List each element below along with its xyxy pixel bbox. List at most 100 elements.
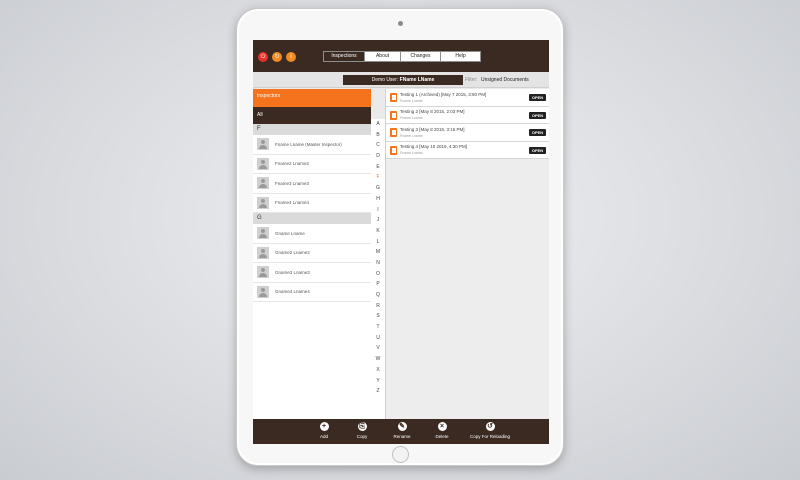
- avatar: [257, 227, 269, 240]
- open-button[interactable]: OPEN: [529, 111, 546, 119]
- demo-user-label: Demo User:: [371, 77, 399, 83]
- list-item[interactable]: Gname3 Lname3: [253, 263, 371, 283]
- trash-icon: ×: [437, 422, 447, 431]
- app-screen: ⏻ ↻ i Inspections About Changes Help Dem…: [253, 40, 549, 444]
- index-letter-s[interactable]: S: [371, 311, 385, 322]
- avatar: [257, 157, 269, 170]
- section-header-f: F: [253, 124, 371, 135]
- document-icon: [390, 128, 397, 137]
- document-owner: Fname Lname: [400, 98, 423, 103]
- filter-select[interactable]: Unsigned Documents: [481, 77, 529, 83]
- index-letter-k[interactable]: K: [371, 226, 385, 237]
- tab-help[interactable]: Help: [440, 52, 480, 61]
- table-row[interactable]: Testing 4 [May 10 2015, 4:30 PM] Fname L…: [386, 141, 549, 159]
- open-button[interactable]: OPEN: [529, 146, 546, 154]
- index-letter-u[interactable]: U: [371, 333, 385, 344]
- inspector-name: Gname4 Lname4: [275, 289, 310, 295]
- camera: [398, 21, 403, 26]
- index-letter-w[interactable]: W: [371, 354, 385, 365]
- inspector-name: Fname3 Lname3: [275, 180, 310, 186]
- index-letter-n[interactable]: N: [371, 258, 385, 269]
- inspector-name: Fname4 Lname4: [275, 200, 310, 206]
- index-letter-v[interactable]: V: [371, 343, 385, 354]
- list-item[interactable]: Fname4 Lname4: [253, 194, 371, 213]
- inspector-name: Gname Lname: [275, 230, 305, 236]
- index-letter-e[interactable]: E: [371, 162, 385, 173]
- inspectors-title: Inspectors: [253, 89, 371, 107]
- alphabet-index: ABCDEFGHIJKLMNOPQRSTUVWXYZ: [371, 119, 385, 419]
- document-owner: Fname Lname: [400, 116, 423, 120]
- index-letter-d[interactable]: D: [371, 151, 385, 162]
- document-icon: [390, 145, 397, 155]
- delete-label: Delete: [435, 434, 449, 439]
- document-title: Testing 2 [May 8 2015, 2:03 PM]: [400, 109, 465, 114]
- avatar: [257, 196, 269, 209]
- avatar: [257, 285, 269, 298]
- sync-icon[interactable]: ↻: [272, 52, 282, 62]
- list-item[interactable]: Gname4 Lname4: [253, 283, 371, 302]
- index-letter-l[interactable]: L: [371, 237, 385, 248]
- app-header: ⏻ ↻ i Inspections About Changes Help: [253, 40, 549, 72]
- avatar: [257, 138, 269, 151]
- home-button[interactable]: [392, 446, 409, 463]
- avatar: [257, 266, 269, 279]
- index-letter-p[interactable]: P: [371, 279, 385, 290]
- document-icon: [390, 93, 397, 102]
- index-letter-a[interactable]: A: [371, 119, 385, 130]
- index-letter-m[interactable]: M: [371, 247, 385, 258]
- delete-button[interactable]: × Delete: [417, 422, 467, 439]
- index-letter-i[interactable]: I: [371, 205, 385, 216]
- power-icon[interactable]: ⏻: [258, 52, 268, 62]
- pencil-icon: ✎: [397, 422, 407, 431]
- table-row[interactable]: Testing 3 [May 8 2015, 3:15 PM] Fname Ln…: [386, 124, 549, 142]
- table-row[interactable]: Testing 2 [May 8 2015, 2:03 PM] Fname Ln…: [386, 106, 549, 124]
- list-item[interactable]: Fname3 Lname3: [253, 174, 371, 194]
- all-inspectors-item[interactable]: All: [253, 107, 371, 124]
- list-item[interactable]: Fname2 Lname2: [253, 155, 371, 174]
- index-letter-y[interactable]: Y: [371, 376, 385, 387]
- tab-about[interactable]: About: [364, 52, 400, 61]
- list-item[interactable]: Gname Lname: [253, 224, 371, 244]
- open-button[interactable]: OPEN: [529, 94, 546, 101]
- avatar: [257, 246, 269, 259]
- list-item[interactable]: Gname2 Lname2: [253, 244, 371, 263]
- tablet-frame: ⏻ ↻ i Inspections About Changes Help Dem…: [236, 8, 564, 466]
- bottom-toolbar: + Add ⎘ Copy ✎ Rename × Delete ↺ Copy Fo…: [253, 419, 549, 444]
- index-letter-x[interactable]: X: [371, 365, 385, 376]
- inspector-list: Inspectors All F Fname Lname (Master Ins…: [253, 89, 371, 419]
- index-letter-z[interactable]: Z: [371, 386, 385, 397]
- inspector-name: Gname2 Lname2: [275, 250, 310, 256]
- copy-for-reloading-button[interactable]: ↺ Copy For Reloading: [465, 422, 515, 439]
- avatar: [257, 177, 269, 190]
- info-icon[interactable]: i: [286, 52, 296, 62]
- index-letter-f[interactable]: F: [371, 172, 385, 183]
- document-owner: Fname Lname: [400, 133, 423, 138]
- document-title: Testing 4 [May 10 2015, 4:30 PM]: [400, 144, 468, 149]
- document-list: Testing 1 (Archived) [May 7 2015, 3:50 P…: [386, 89, 549, 419]
- document-owner: Fname Lname: [400, 151, 423, 155]
- document-title: Testing 1 (Archived) [May 7 2015, 3:50 P…: [400, 91, 487, 97]
- tab-inspections[interactable]: Inspections: [324, 52, 364, 61]
- index-letter-j[interactable]: J: [371, 215, 385, 226]
- index-letter-t[interactable]: T: [371, 322, 385, 333]
- table-row[interactable]: Testing 1 (Archived) [May 7 2015, 3:50 P…: [386, 89, 549, 107]
- filter-label: Filter:: [465, 77, 478, 83]
- user-bar: Demo User: FName LName Filter: Unsigned …: [253, 72, 549, 88]
- inspector-name: Fname Lname (Master Inspector): [275, 141, 342, 147]
- list-item[interactable]: Fname Lname (Master Inspector): [253, 135, 371, 155]
- index-letter-r[interactable]: R: [371, 301, 385, 312]
- tab-changes[interactable]: Changes: [400, 52, 440, 61]
- index-letter-o[interactable]: O: [371, 269, 385, 280]
- index-letter-q[interactable]: Q: [371, 290, 385, 301]
- index-letter-c[interactable]: C: [371, 140, 385, 151]
- index-letter-h[interactable]: H: [371, 194, 385, 205]
- index-letter-b[interactable]: B: [371, 130, 385, 141]
- index-letter-g[interactable]: G: [371, 183, 385, 194]
- reload-icon: ↺: [485, 422, 495, 431]
- tab-bar: Inspections About Changes Help: [323, 51, 481, 62]
- demo-user-name: FName LName: [399, 77, 435, 83]
- copy-icon: ⎘: [357, 422, 367, 431]
- demo-user-badge: Demo User: FName LName: [343, 75, 463, 85]
- copy-for-reloading-label: Copy For Reloading: [469, 434, 511, 439]
- open-button[interactable]: OPEN: [529, 129, 546, 136]
